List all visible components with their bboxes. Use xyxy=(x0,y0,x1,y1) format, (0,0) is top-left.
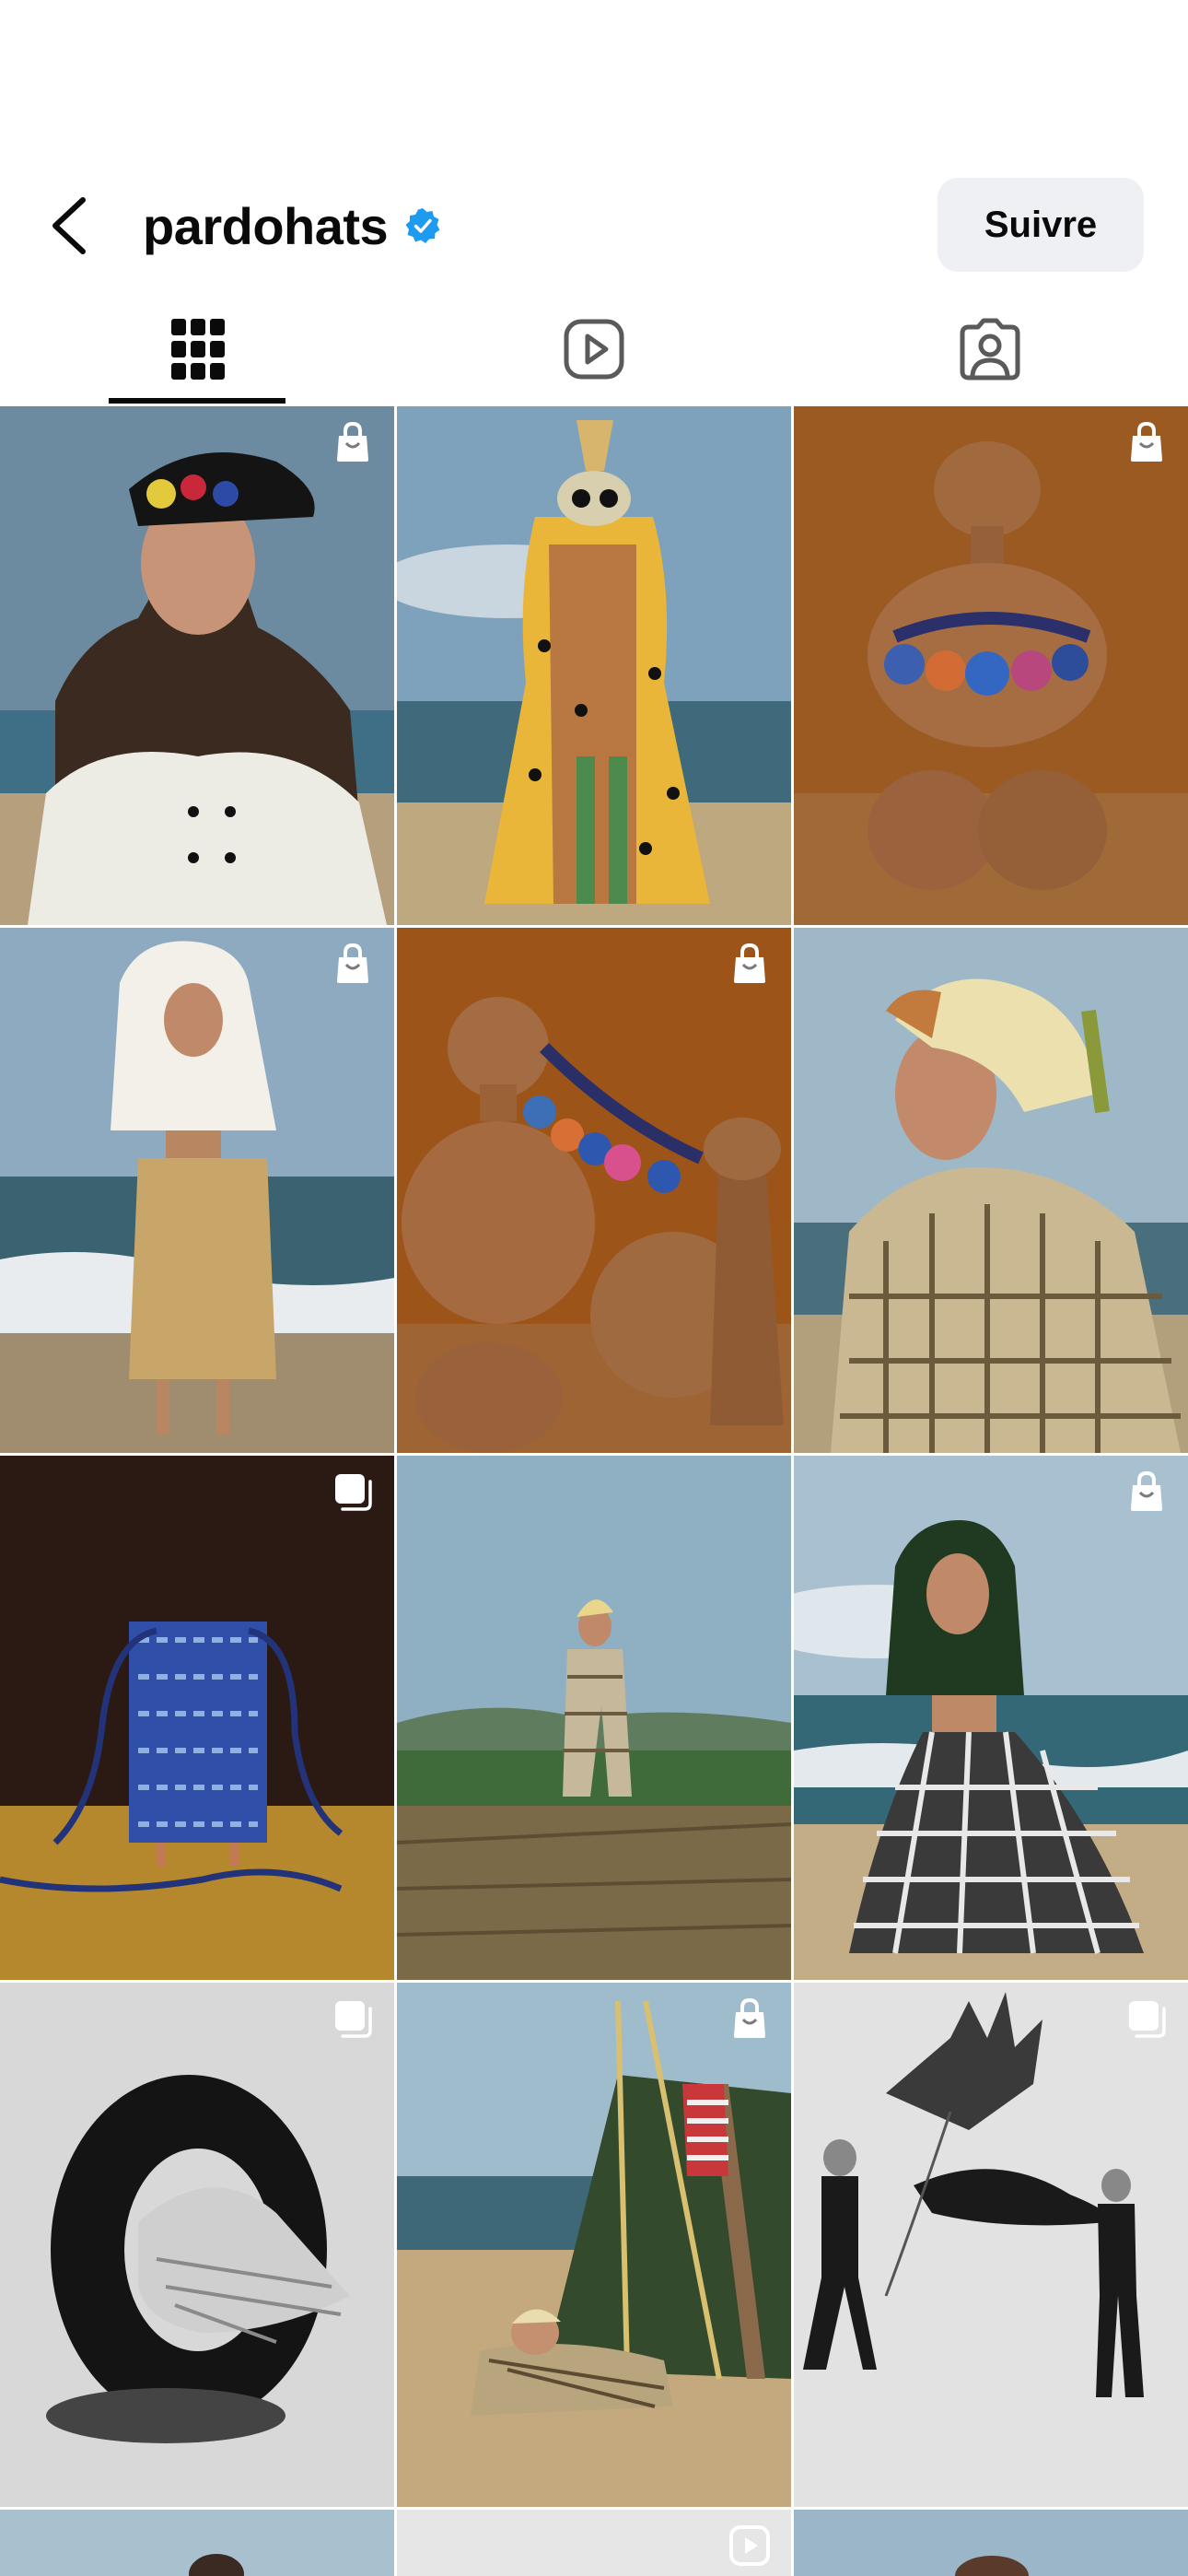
post-image xyxy=(794,2510,1188,2576)
shopping-bag-icon xyxy=(728,1997,771,2044)
shopping-bag-icon xyxy=(728,943,771,989)
shopping-bag-icon xyxy=(332,943,374,989)
tagged-icon xyxy=(960,318,1020,381)
grid-icon xyxy=(171,319,225,380)
carousel-icon xyxy=(1125,1997,1168,2044)
carousel-icon xyxy=(332,1997,374,2044)
post-tile[interactable] xyxy=(0,1456,394,1980)
post-tile[interactable] xyxy=(794,406,1188,925)
post-image xyxy=(794,1983,1188,2507)
post-tile[interactable] xyxy=(794,2510,1188,2576)
reels-play-icon xyxy=(728,2524,771,2571)
post-image xyxy=(0,1983,394,2507)
shopping-bag-icon xyxy=(1125,421,1168,468)
post-image xyxy=(397,1983,791,2507)
post-image xyxy=(397,1456,791,1980)
post-tile[interactable] xyxy=(794,1983,1188,2507)
post-tile[interactable] xyxy=(397,928,791,1453)
post-tile[interactable] xyxy=(397,406,791,925)
shopping-bag-icon xyxy=(332,421,374,468)
carousel-icon xyxy=(332,1470,374,1517)
post-tile[interactable] xyxy=(794,1456,1188,1980)
username-row: pardohats xyxy=(143,196,441,255)
active-tab-indicator xyxy=(109,398,285,404)
tab-reels[interactable] xyxy=(396,293,792,405)
back-button[interactable] xyxy=(48,191,112,261)
post-tile[interactable] xyxy=(0,2510,394,2576)
reels-icon xyxy=(564,319,624,380)
post-tile[interactable] xyxy=(397,2510,791,2576)
post-image xyxy=(397,406,791,925)
post-tile[interactable] xyxy=(397,1456,791,1980)
post-tile[interactable] xyxy=(397,1983,791,2507)
tab-grid[interactable] xyxy=(0,293,396,405)
post-tile[interactable] xyxy=(0,1983,394,2507)
shopping-bag-icon xyxy=(1125,1470,1168,1517)
post-image xyxy=(397,928,791,1453)
follow-button[interactable]: Suivre xyxy=(938,178,1144,272)
profile-tabs xyxy=(0,293,1188,405)
post-image xyxy=(794,406,1188,925)
post-image xyxy=(794,928,1188,1453)
profile-header: pardohats Suivre xyxy=(0,170,1188,281)
chevron-left-icon xyxy=(52,197,86,254)
post-image xyxy=(0,928,394,1453)
verified-badge-icon xyxy=(404,207,441,244)
post-tile[interactable] xyxy=(0,928,394,1453)
tab-tagged[interactable] xyxy=(792,293,1188,405)
post-image xyxy=(0,2510,394,2576)
post-image xyxy=(0,406,394,925)
post-tile[interactable] xyxy=(794,928,1188,1453)
post-tile[interactable] xyxy=(0,406,394,925)
post-image xyxy=(794,1456,1188,1980)
username: pardohats xyxy=(143,196,389,255)
post-image xyxy=(0,1456,394,1980)
